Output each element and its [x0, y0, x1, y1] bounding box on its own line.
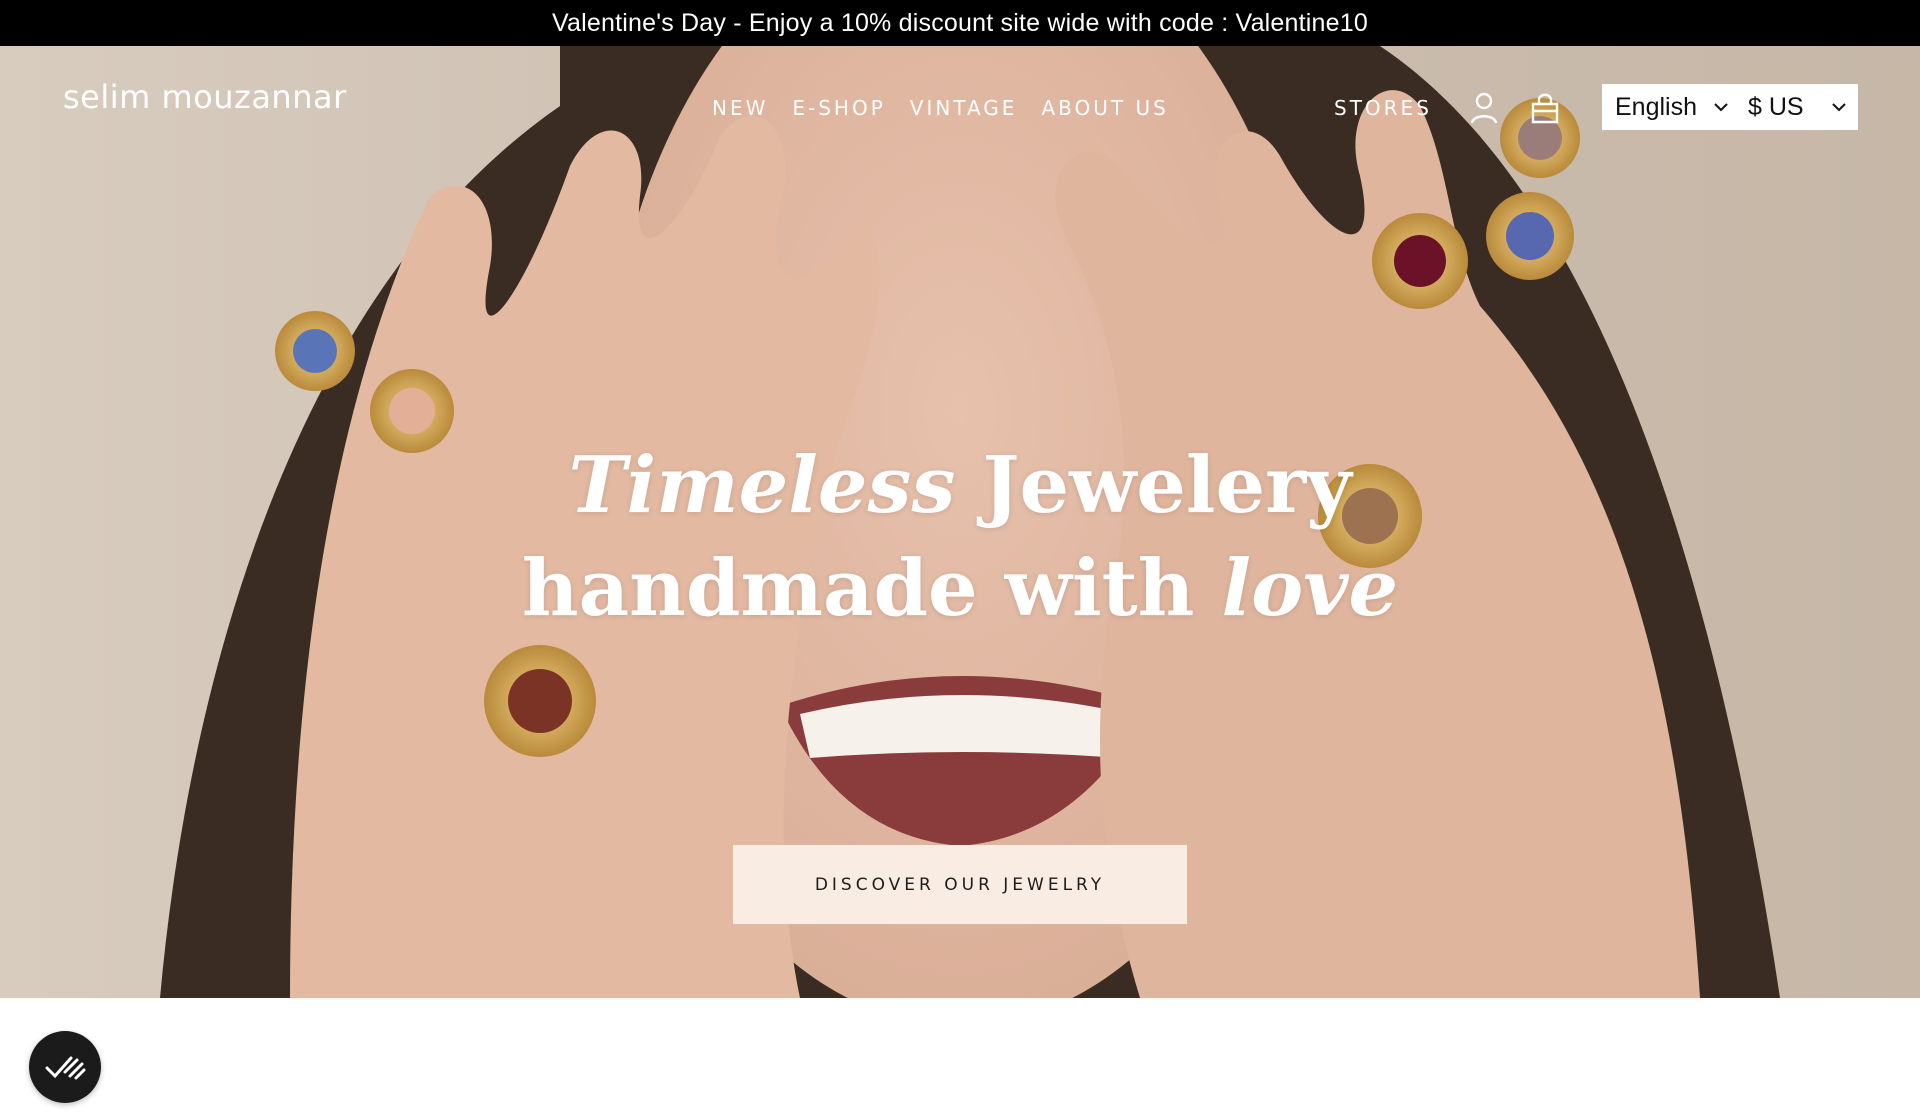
cart-button[interactable] [1527, 90, 1563, 126]
locale-selectors: English $ US [1602, 84, 1858, 130]
accessibility-badge-button[interactable] [29, 1031, 101, 1103]
language-value: English [1615, 92, 1697, 121]
main-nav: NEW E-SHOP VINTAGE ABOUT US [712, 96, 1193, 120]
headline-italic-word: love [1221, 543, 1399, 634]
currency-value: $ US [1748, 92, 1804, 121]
discover-jewelry-button[interactable]: DISCOVER OUR JEWELRY [733, 845, 1187, 924]
nav-e-shop[interactable]: E-SHOP [792, 96, 885, 120]
nav-new[interactable]: NEW [712, 96, 768, 120]
shopping-bag-icon [1531, 93, 1559, 124]
nav-vintage[interactable]: VINTAGE [910, 96, 1018, 120]
announcement-text: Valentine's Day - Enjoy a 10% discount s… [552, 8, 1368, 37]
headline-phrase: handmade with [521, 543, 1195, 634]
double-check-icon [45, 1056, 86, 1080]
nav-stores[interactable]: STORES [1334, 96, 1432, 120]
currency-select[interactable]: $ US [1740, 84, 1858, 130]
headline-word: Jewelery [982, 440, 1352, 531]
chevron-down-icon [1832, 102, 1846, 112]
headline-line-1: Timeless Jewelery [0, 434, 1920, 537]
nav-about-us[interactable]: ABOUT US [1041, 96, 1168, 120]
headline-italic-word: Timeless [568, 440, 956, 531]
announcement-bar: Valentine's Day - Enjoy a 10% discount s… [0, 0, 1920, 46]
account-button[interactable] [1466, 90, 1502, 126]
brand-logo[interactable]: selim mouzannar [63, 78, 347, 116]
headline-line-2: handmade with love [0, 537, 1920, 640]
chevron-down-icon [1714, 102, 1728, 112]
site-header: selim mouzannar NEW E-SHOP VINTAGE ABOUT… [0, 46, 1920, 136]
hero-headline: Timeless Jewelery handmade with love [0, 434, 1920, 640]
user-icon [1470, 92, 1498, 124]
language-select[interactable]: English [1602, 84, 1740, 130]
